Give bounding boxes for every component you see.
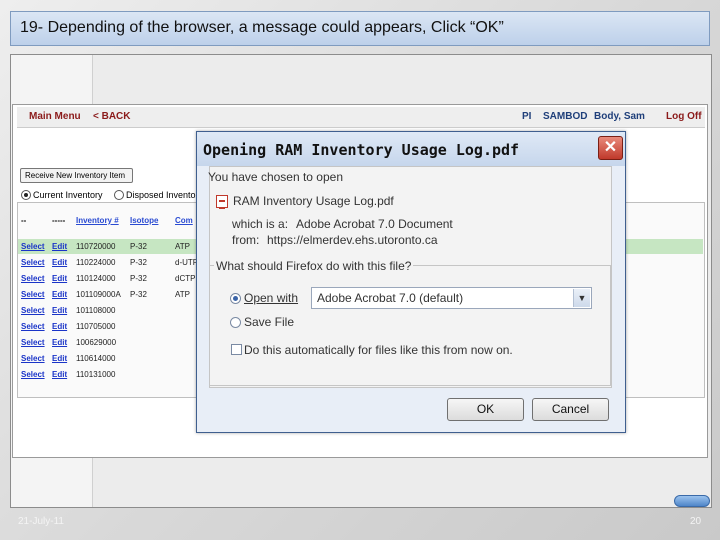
open-with-value: Adobe Acrobat 7.0 (default) [317, 291, 464, 305]
pdf-file-icon [216, 195, 228, 209]
select-link[interactable]: Select [21, 306, 45, 315]
compound: ATP [175, 242, 190, 251]
inventory-number: 100629000 [76, 338, 117, 347]
chevron-down-icon[interactable]: ▼ [573, 289, 590, 307]
source-url: https://elmerdev.ehs.utoronto.ca [267, 233, 438, 247]
inventory-number: 101108000 [76, 306, 116, 315]
save-file-label[interactable]: Save File [244, 315, 294, 329]
page-number: 20 [690, 516, 702, 527]
table-row: Select Edit 101109000A P-32 ATP [18, 287, 198, 302]
inventory-number: 101109000A [76, 290, 121, 299]
user-name: Body, Sam [594, 111, 645, 122]
pi-name: SAMBOD [543, 111, 588, 122]
from-label: from: [232, 233, 260, 247]
select-link[interactable]: Select [21, 354, 45, 363]
inventory-number: 110131000 [76, 370, 116, 379]
edit-link[interactable]: Edit [52, 242, 67, 251]
table-row: Select Edit 101108000 [18, 303, 198, 318]
select-link[interactable]: Select [21, 274, 45, 283]
current-inventory-radio[interactable]: Current Inventory [21, 190, 103, 200]
open-with-radio[interactable] [230, 293, 241, 304]
edit-link[interactable]: Edit [52, 370, 67, 379]
radio-icon [21, 190, 31, 200]
compound: ATP [175, 290, 190, 299]
file-name: RAM Inventory Usage Log.pdf [233, 194, 394, 208]
main-menu-link[interactable]: Main Menu [29, 111, 81, 122]
inventory-number: 110720000 [76, 242, 116, 251]
ok-button[interactable]: OK [447, 398, 524, 421]
isotope: P-32 [130, 274, 147, 283]
close-icon[interactable]: ✕ [598, 136, 623, 160]
receive-inventory-button[interactable]: Receive New Inventory Item [20, 168, 133, 183]
isotope: P-32 [130, 258, 147, 267]
current-inventory-label: Current Inventory [33, 190, 103, 200]
file-type: Adobe Acrobat 7.0 Document [296, 217, 453, 231]
cancel-button[interactable]: Cancel [532, 398, 609, 421]
inventory-number: 110224000 [76, 258, 116, 267]
edit-link[interactable]: Edit [52, 338, 67, 347]
auto-checkbox[interactable] [231, 344, 242, 355]
table-row: Select Edit 100629000 [18, 335, 198, 350]
table-row: Select Edit 110224000 P-32 d-UTP [18, 255, 198, 270]
column-header: ----- [52, 216, 66, 225]
app-header-bar: Main Menu < BACK PI SAMBOD Body, Sam Log… [17, 107, 705, 128]
select-link[interactable]: Select [21, 338, 45, 347]
column-header: -- [21, 216, 27, 225]
footer-date: 21-July-11 [18, 516, 64, 527]
column-header-inventory[interactable]: Inventory # [76, 216, 119, 225]
inventory-number: 110705000 [76, 322, 116, 331]
table-row: Select Edit 110614000 [18, 351, 198, 366]
column-header-isotope[interactable]: Isotope [130, 216, 158, 225]
which-is-label: which is a: [232, 217, 289, 231]
disposed-inventory-radio[interactable]: Disposed Invento [114, 190, 196, 200]
edit-link[interactable]: Edit [52, 306, 67, 315]
edit-link[interactable]: Edit [52, 354, 67, 363]
compound: d-UTP [175, 258, 199, 267]
select-link[interactable]: Select [21, 258, 45, 267]
disposed-inventory-label: Disposed Invento [126, 190, 196, 200]
isotope: P-32 [130, 290, 147, 299]
table-row: Select Edit 110705000 [18, 319, 198, 334]
inventory-number: 110614000 [76, 354, 116, 363]
auto-label[interactable]: Do this automatically for files like thi… [244, 343, 513, 357]
dialog-title: Opening RAM Inventory Usage Log.pdf [197, 132, 625, 166]
select-link[interactable]: Select [21, 242, 45, 251]
edit-link[interactable]: Edit [52, 290, 67, 299]
select-link[interactable]: Select [21, 322, 45, 331]
radio-icon [114, 190, 124, 200]
save-file-radio[interactable] [230, 317, 241, 328]
back-arrow-icon[interactable] [674, 495, 710, 507]
column-header-compound[interactable]: Com [175, 216, 193, 225]
chosen-text: You have chosen to open [208, 170, 344, 184]
action-question: What should Firefox do with this file? [214, 259, 414, 273]
edit-link[interactable]: Edit [52, 274, 67, 283]
edit-link[interactable]: Edit [52, 322, 67, 331]
slide-title: 19- Depending of the browser, a message … [10, 11, 710, 46]
table-row: Select Edit 110131000 [18, 367, 198, 382]
logoff-link[interactable]: Log Off [666, 111, 702, 122]
compound: dCTP [175, 274, 196, 283]
back-link[interactable]: < BACK [93, 111, 131, 122]
isotope: P-32 [130, 242, 147, 251]
open-with-select[interactable]: Adobe Acrobat 7.0 (default) ▼ [311, 287, 592, 309]
edit-link[interactable]: Edit [52, 258, 67, 267]
select-link[interactable]: Select [21, 370, 45, 379]
pi-label: PI [522, 111, 532, 122]
table-row: Select Edit 110124000 P-32 dCTP [18, 271, 198, 286]
select-link[interactable]: Select [21, 290, 45, 299]
inventory-number: 110124000 [76, 274, 116, 283]
open-with-label[interactable]: Open with [244, 291, 298, 305]
